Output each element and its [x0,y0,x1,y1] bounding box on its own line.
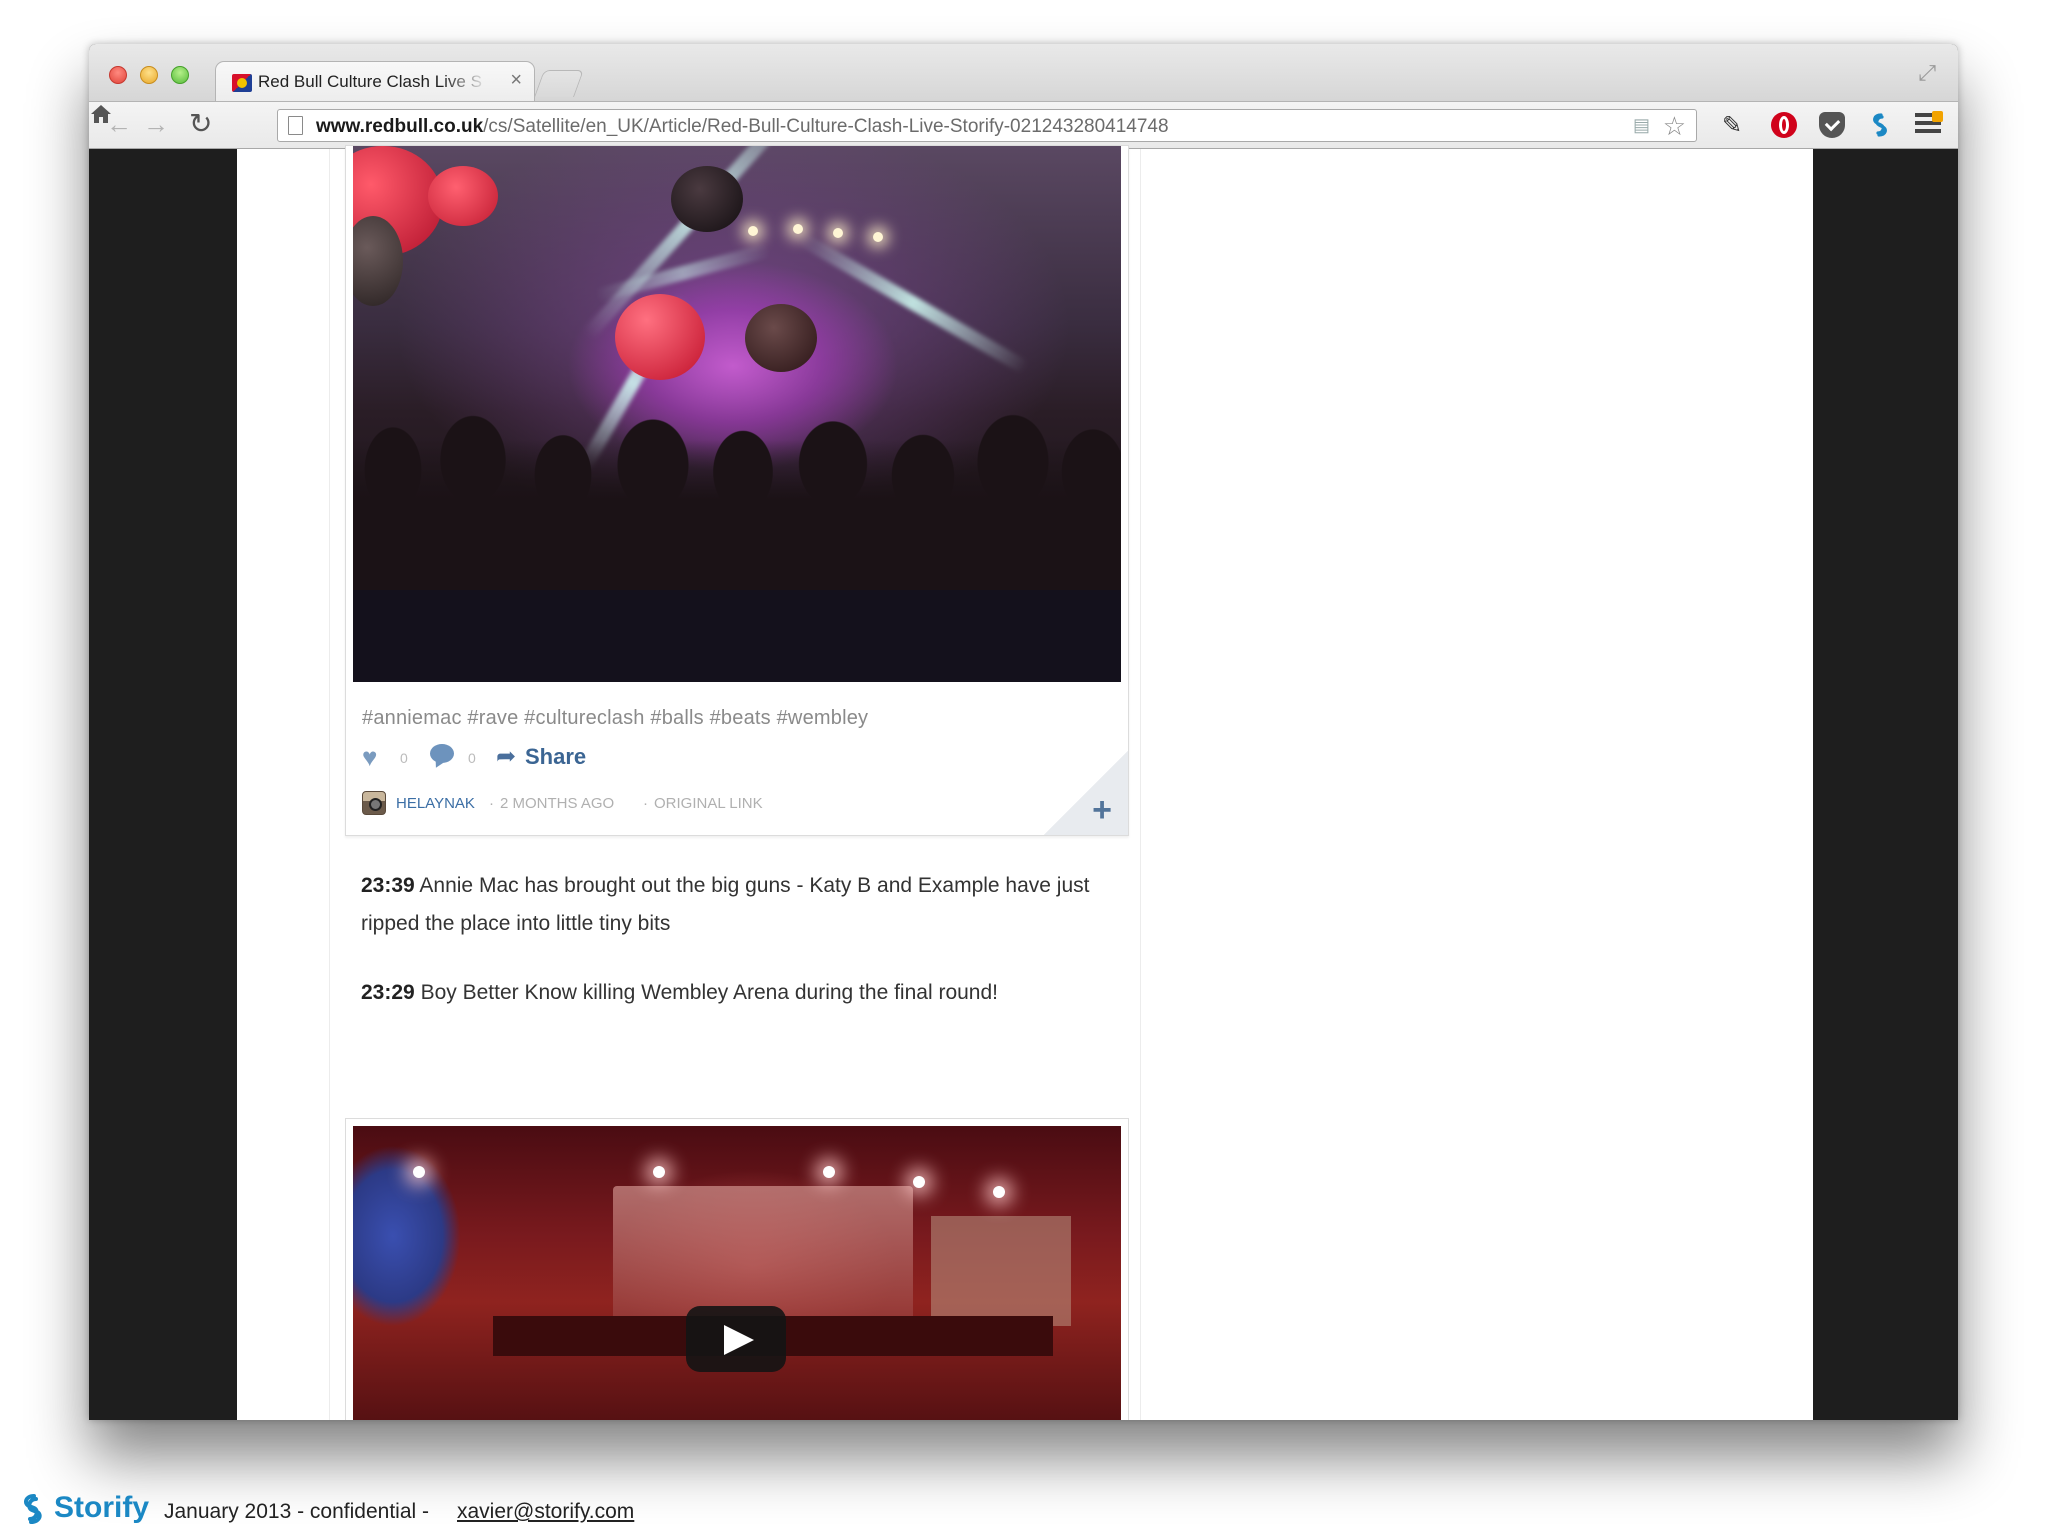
url-text[interactable]: www.redbull.co.uk/cs/Satellite/en_UK/Art… [316,116,1169,138]
stage-spotlight [793,224,803,234]
storify-logo-icon [24,1494,42,1524]
pocket-icon[interactable] [1819,112,1845,138]
address-bar[interactable]: www.redbull.co.uk/cs/Satellite/en_UK/Art… [277,109,1697,142]
zoom-window-button[interactable] [171,66,189,84]
crowd-silhouette [353,380,1121,590]
dark-balloon [745,304,817,372]
browser-toolbar: ← → ↻ www.redbull.co.uk/cs/Satellite/en_… [89,101,1958,149]
original-link[interactable]: ORIGINAL LINK [654,795,763,812]
share-arrow-icon[interactable]: ➦ [496,742,516,771]
menu-icon[interactable] [1915,111,1943,137]
hashtags: #anniemac #rave #cultureclash #balls #be… [362,707,869,729]
storify-wordmark: Storify [54,1491,150,1524]
like-count: 0 [400,750,408,766]
video-card [345,1118,1129,1420]
tab-title: Red Bull Culture Clash Live S [258,72,482,91]
page-action-icon[interactable]: ▤ [1633,115,1650,136]
storify-extension-icon[interactable] [1867,112,1893,138]
notification-badge-icon [1932,111,1943,122]
tab-close-icon[interactable]: × [510,69,522,92]
text-update: 23:29 Boy Better Know killing Wembley Ar… [361,974,1101,1012]
instagram-icon [362,791,386,815]
stage-light-beam [594,242,772,304]
browser-tab[interactable]: Red Bull Culture Clash Live S × [215,61,535,101]
back-icon[interactable]: ← [106,110,132,138]
reload-icon[interactable]: ↻ [189,110,212,138]
stage-light [823,1166,835,1178]
stage-light [913,1176,925,1188]
share-button[interactable]: Share [525,744,586,770]
browser-window: Red Bull Culture Clash Live S × ⤢ ← → ↻ … [89,44,1958,1420]
stage-spotlight [833,228,843,238]
comment-count: 0 [468,750,476,766]
comment-icon[interactable] [430,744,454,763]
red-balloon [428,166,498,226]
concert-photo[interactable] [353,146,1121,590]
stage-light [993,1186,1005,1198]
stage-spotlight [748,226,758,236]
update-text: Annie Mac has brought out the big guns -… [361,874,1090,935]
url-path: /cs/Satellite/en_UK/Article/Red-Bull-Cul… [483,116,1169,137]
play-button[interactable] [686,1306,786,1372]
update-time: 23:29 [361,981,415,1004]
page-viewport: #anniemac #rave #cultureclash #balls #be… [89,145,1958,1420]
meta-separator: · [643,795,648,812]
stage-light-beam [796,231,1030,375]
fullscreen-icon[interactable]: ⤢ [1918,60,1936,86]
footer-email-link[interactable]: xavier@storify.com [457,1500,634,1524]
pen-icon[interactable]: ✎ [1722,111,1748,139]
update-text: Boy Better Know killing Wembley Arena du… [420,981,998,1004]
dark-balloon [671,166,743,232]
redbull-favicon-icon [232,74,252,92]
text-update: 23:39 Annie Mac has brought out the big … [361,867,1101,943]
footer-text: January 2013 - confidential - [164,1500,429,1523]
heart-icon[interactable]: ♥ [362,744,377,770]
plus-icon[interactable]: + [1092,793,1112,827]
time-ago[interactable]: 2 MONTHS AGO [500,795,614,812]
stage-wall [931,1216,1071,1326]
title-bar: Red Bull Culture Clash Live S × ⤢ [89,44,1958,101]
page-icon [288,116,303,135]
red-balloon [615,294,705,380]
close-window-button[interactable] [109,66,127,84]
update-time: 23:39 [361,874,415,897]
stage-light [413,1166,425,1178]
author-link[interactable]: HELAYNAK [396,795,475,812]
forward-icon[interactable]: → [143,110,169,138]
opera-icon[interactable] [1771,112,1797,138]
url-domain: www.redbull.co.uk [316,116,484,137]
card-corner-fold [1044,751,1128,835]
video-thumbnail[interactable] [353,1126,1121,1420]
stage-spotlight [873,232,883,242]
star-icon[interactable]: ☆ [1663,111,1686,142]
minimize-window-button[interactable] [140,66,158,84]
stage-light [653,1166,665,1178]
storify-embed: #anniemac #rave #cultureclash #balls #be… [329,145,1141,1420]
new-tab-button[interactable] [534,70,584,97]
page-content: #anniemac #rave #cultureclash #balls #be… [237,145,1813,1420]
photo-letterbox [353,590,1121,682]
meta-separator: · [489,795,494,812]
instagram-card: #anniemac #rave #cultureclash #balls #be… [345,145,1129,836]
